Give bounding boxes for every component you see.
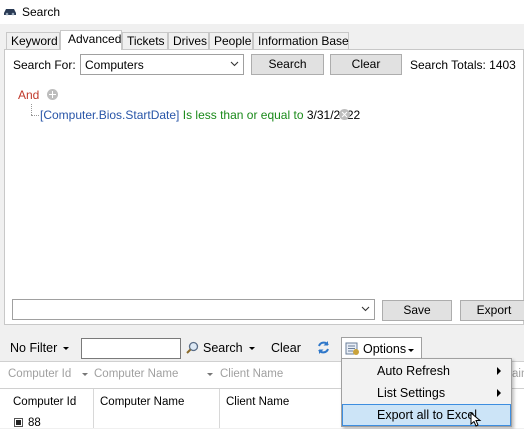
group-operator[interactable]: And — [18, 88, 39, 102]
search-for-value: Computers — [85, 58, 144, 72]
options-label: Options — [363, 342, 407, 356]
remove-condition-icon[interactable] — [339, 109, 350, 120]
tab-drives[interactable]: Drives — [168, 32, 209, 49]
submenu-arrow-icon — [497, 389, 501, 397]
advanced-panel: Search For: Computers Search Clear Searc… — [4, 49, 524, 325]
refresh-icon[interactable] — [316, 340, 331, 355]
menu-item-label: List Settings — [377, 386, 446, 400]
search-for-label: Search For: — [13, 58, 76, 72]
chevron-down-icon — [361, 306, 370, 312]
tree-connector — [31, 104, 33, 115]
filter-client-name[interactable]: Client Name — [220, 368, 283, 380]
caret-down-icon — [248, 347, 255, 351]
options-button[interactable]: Options — [341, 337, 422, 360]
filter-computer-id[interactable]: Computer Id — [8, 368, 71, 380]
menu-item-export-all-to-excel[interactable]: Export all to Excel — [342, 404, 511, 426]
tab-keyword[interactable]: Keyword — [6, 32, 60, 49]
add-condition-icon[interactable] — [47, 89, 58, 100]
menu-item-label: Export all to Excel — [377, 408, 478, 422]
options-menu: Auto Refresh List Settings Export all to… — [341, 358, 512, 427]
saved-search-select[interactable] — [12, 299, 375, 320]
caret-down-icon[interactable] — [207, 373, 213, 376]
tab-tickets[interactable]: Tickets — [122, 32, 168, 49]
app-icon — [4, 9, 16, 16]
tree-connector — [31, 115, 39, 117]
results-clear-button[interactable]: Clear — [271, 341, 301, 355]
condition-field[interactable]: [Computer.Bios.StartDate] — [40, 108, 179, 122]
condition-value[interactable]: 3/31/2022 — [307, 108, 360, 122]
caret-down-icon — [408, 349, 414, 352]
search-for-select[interactable]: Computers — [80, 54, 244, 75]
col-header-computer-id[interactable]: Computer Id — [13, 396, 76, 408]
filter-computer-name[interactable]: Computer Name — [94, 368, 178, 380]
search-totals: Search Totals: 1403 — [410, 58, 516, 72]
column-divider — [219, 389, 220, 428]
column-divider — [93, 389, 94, 428]
search-button[interactable]: Search — [251, 54, 324, 75]
condition-row[interactable]: [Computer.Bios.StartDate] Is less than o… — [40, 108, 360, 122]
options-icon — [345, 342, 359, 355]
caret-down-icon — [63, 347, 70, 351]
caret-down-icon[interactable] — [82, 373, 88, 376]
search-icon[interactable] — [186, 341, 199, 354]
tab-information-base[interactable]: Information Base — [253, 32, 349, 49]
menu-item-auto-refresh[interactable]: Auto Refresh — [342, 360, 511, 382]
criteria-editor[interactable]: And [Computer.Bios.StartDate] Is less th… — [11, 80, 517, 290]
export-button[interactable]: Export — [460, 300, 524, 321]
filter-input[interactable] — [81, 338, 181, 359]
row-checkbox[interactable] — [14, 418, 23, 427]
tab-advanced[interactable]: Advanced — [60, 30, 122, 50]
chevron-down-icon — [230, 61, 239, 67]
menu-item-label: Auto Refresh — [377, 364, 450, 378]
no-filter-dropdown[interactable]: No Filter — [10, 341, 70, 355]
window-title: Search — [22, 5, 61, 19]
tab-people[interactable]: People — [209, 32, 253, 49]
col-header-computer-name[interactable]: Computer Name — [100, 396, 184, 408]
col-header-client-name[interactable]: Client Name — [226, 396, 289, 408]
results-search-dropdown[interactable]: Search — [203, 341, 255, 355]
submenu-arrow-icon — [497, 367, 501, 375]
mouse-cursor-icon — [470, 412, 482, 427]
menu-item-list-settings[interactable]: List Settings — [342, 382, 511, 404]
title-bar: Search — [0, 0, 524, 24]
filter-truncated[interactable]: ain — [512, 368, 524, 380]
condition-operator[interactable]: Is less than or equal to — [183, 108, 304, 122]
clear-button[interactable]: Clear — [330, 54, 402, 75]
save-button[interactable]: Save — [382, 300, 452, 321]
row-computer-id[interactable]: 88 — [28, 417, 41, 429]
